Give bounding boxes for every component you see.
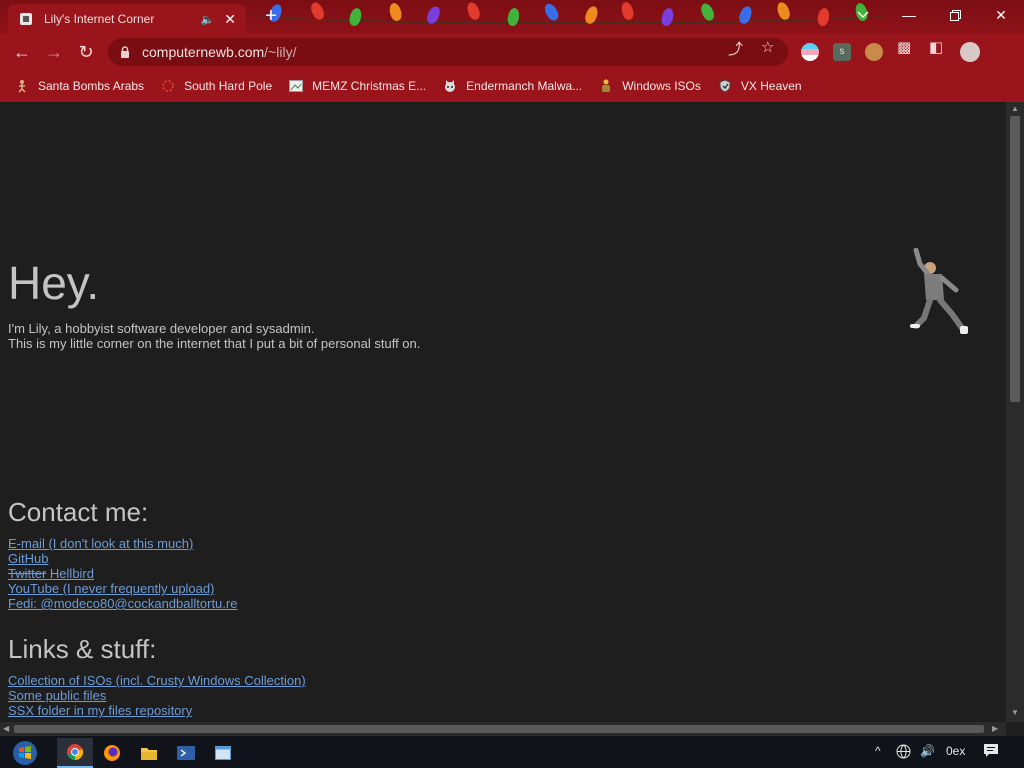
folder-icon — [141, 748, 157, 760]
links-heading: Links & stuff: — [8, 634, 157, 664]
bookmark-windows-isos[interactable]: Windows ISOs — [598, 78, 701, 94]
taskbar-firefox[interactable] — [94, 738, 130, 768]
taskbar-window-app[interactable] — [205, 738, 241, 768]
taskbar-powershell[interactable] — [168, 738, 204, 768]
intro-text: I'm Lily, a hobbyist software developer … — [8, 321, 420, 351]
tab-title: Lily's Internet Corner — [44, 12, 155, 26]
email-link[interactable]: E-mail (I don't look at this much) — [8, 536, 237, 551]
forward-button[interactable]: → — [42, 40, 66, 64]
figure-icon — [14, 78, 30, 94]
window-icon — [215, 746, 231, 760]
restore-icon — [949, 9, 961, 21]
bookmark-endermanch-malware[interactable]: Endermanch Malwa... — [442, 78, 582, 94]
url-host: computernewb.com — [142, 44, 265, 60]
vertical-scrollbar[interactable]: ▲ ▼ — [1006, 102, 1024, 722]
taskbar: ^ 🔊 0ex — [0, 736, 1024, 768]
flower-icon — [160, 78, 176, 94]
intro-line-2: This is my little corner on the internet… — [8, 336, 421, 351]
intro-line-1: I'm Lily, a hobbyist software developer … — [8, 321, 315, 336]
side-panel-icon[interactable]: ◧ — [929, 38, 943, 56]
twitter-hellbird-link[interactable]: Twitter Hellbird — [8, 566, 237, 581]
bookmark-memz-christmas[interactable]: MEMZ Christmas E... — [288, 78, 426, 94]
scroll-right-arrow-icon[interactable]: ▶ — [992, 724, 998, 733]
minimize-button[interactable]: — — [886, 0, 932, 30]
taskbar-explorer[interactable] — [131, 738, 167, 768]
address-bar[interactable]: computernewb.com/~lily/ — [108, 38, 788, 66]
extension-flag-icon[interactable] — [801, 43, 819, 61]
windows-orb-icon — [13, 741, 37, 765]
horizontal-scrollbar[interactable]: ◀ ▶ — [0, 722, 1006, 736]
url-path: /~lily/ — [264, 44, 297, 60]
page-viewport: Hey. I'm Lily, a hobbyist software devel… — [0, 102, 1006, 722]
ssx-folder-link[interactable]: SSX folder in my files repository — [8, 703, 306, 718]
youtube-link[interactable]: YouTube (I never frequently upload) — [8, 581, 237, 596]
clock[interactable]: 0ex — [946, 744, 965, 758]
tab-close-icon[interactable]: ✕ — [224, 11, 236, 28]
close-window-button[interactable]: ✕ — [978, 0, 1024, 30]
restore-button[interactable] — [932, 0, 978, 30]
tab-audio-icon[interactable]: 🔈 — [201, 13, 215, 26]
public-files-link[interactable]: Some public files — [8, 688, 306, 703]
shield-icon — [717, 78, 733, 94]
bookmark-santa-bombs-arabs[interactable]: Santa Bombs Arabs — [14, 78, 144, 94]
title-bar: Lily's Internet Corner 🔈 ✕ + — ✕ — [0, 0, 1024, 34]
profile-avatar-icon[interactable] — [960, 42, 980, 62]
active-tab[interactable]: Lily's Internet Corner 🔈 ✕ — [8, 4, 246, 34]
bookmark-star-icon[interactable]: ☆ — [761, 38, 774, 56]
twitter-struck-label: Twitter — [8, 566, 47, 581]
start-button[interactable] — [4, 738, 46, 768]
contact-links: E-mail (I don't look at this much) GitHu… — [8, 536, 237, 611]
tray-chevron-up-icon[interactable]: ^ — [875, 744, 881, 758]
back-button[interactable]: ← — [10, 40, 34, 64]
image-icon — [288, 78, 304, 94]
scroll-up-arrow-icon[interactable]: ▲ — [1011, 104, 1019, 113]
chevron-down-icon — [857, 11, 869, 18]
extension-s-icon[interactable]: s — [833, 43, 851, 61]
firefox-icon — [104, 745, 120, 761]
volume-icon[interactable]: 🔊 — [920, 744, 935, 758]
page-heading: Hey. — [8, 257, 100, 309]
scroll-down-arrow-icon[interactable]: ▼ — [1011, 708, 1019, 717]
tab-search-button[interactable] — [840, 0, 886, 30]
tab-favicon-icon — [18, 11, 34, 27]
chrome-icon — [67, 744, 84, 761]
figure-icon — [598, 78, 614, 94]
christmas-lights — [250, 0, 890, 34]
bookmark-vx-heaven[interactable]: VX Heaven — [717, 78, 802, 94]
vertical-scroll-thumb[interactable] — [1010, 116, 1020, 402]
extension-avatar-icon[interactable] — [865, 43, 883, 61]
browser-toolbar: ← → ↻ computernewb.com/~lily/ ⤴ ☆ s ▩ ◧ — [0, 34, 1024, 70]
cat-icon — [442, 78, 458, 94]
new-tab-button[interactable]: + — [261, 6, 281, 26]
extensions-puzzle-icon[interactable]: ▩ — [897, 38, 911, 56]
share-icon[interactable]: ⤴ — [728, 38, 743, 59]
terminal-icon — [177, 746, 195, 760]
hellbird-label: Hellbird — [49, 566, 94, 581]
bookmark-south-hard-pole[interactable]: South Hard Pole — [160, 78, 272, 94]
bookmarks-bar: Santa Bombs Arabs South Hard Pole MEMZ C… — [0, 70, 1024, 102]
network-globe-icon[interactable] — [896, 744, 911, 762]
scroll-left-arrow-icon[interactable]: ◀ — [3, 724, 9, 733]
taskbar-chrome[interactable] — [57, 738, 93, 768]
stuff-links: Collection of ISOs (incl. Crusty Windows… — [8, 673, 306, 718]
reload-button[interactable]: ↻ — [74, 40, 98, 64]
github-link[interactable]: GitHub — [8, 551, 237, 566]
lock-icon — [120, 46, 134, 58]
iso-collection-link[interactable]: Collection of ISOs (incl. Crusty Windows… — [8, 673, 306, 688]
horizontal-scroll-thumb[interactable] — [14, 725, 984, 733]
fedi-link[interactable]: Fedi: @modeco80@cockandballtortu.re — [8, 596, 237, 611]
contact-heading: Contact me: — [8, 497, 149, 527]
dancing-man-image — [910, 248, 968, 334]
notifications-icon[interactable] — [983, 743, 999, 761]
